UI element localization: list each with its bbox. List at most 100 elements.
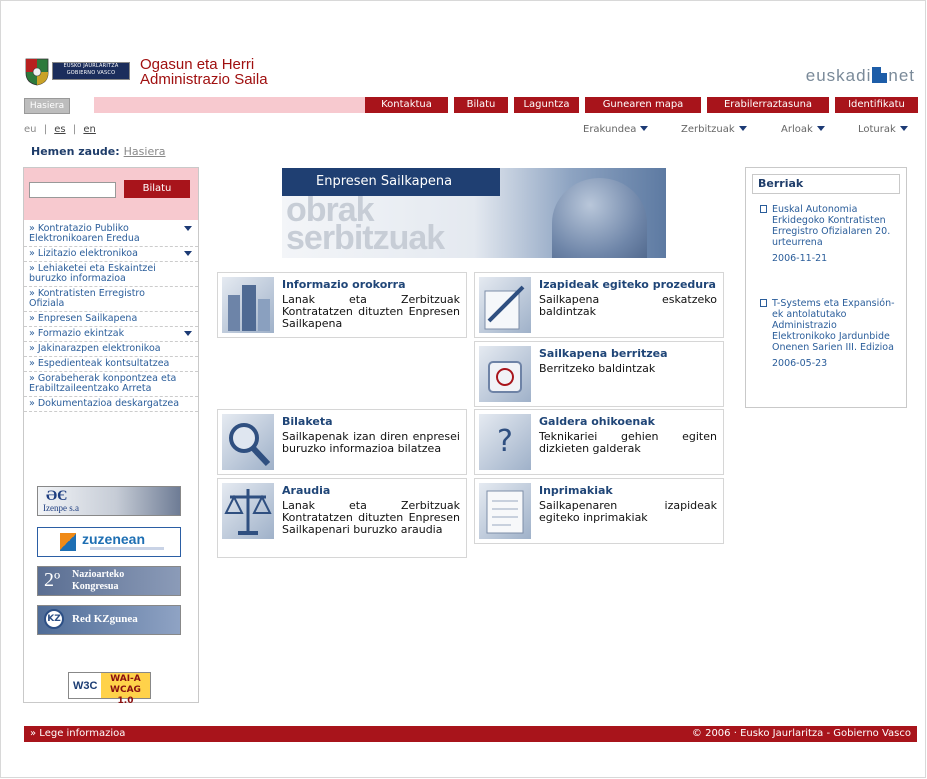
zuzenean-banner[interactable]: zuzenean [37,527,181,557]
dropdown-arrow-icon [738,126,747,131]
kzgunea-banner[interactable]: KZ Red KZgunea [37,605,181,635]
card-title[interactable]: Informazio orokorra [282,278,406,291]
search-button-top[interactable]: Bilatu [454,97,508,113]
dropdown-arrow-icon [816,126,825,131]
congress-banner[interactable]: 2º Nazioarteko Kongresua [37,566,181,596]
euskadinet-logo-left: euskadi [805,66,872,85]
congress-line-1: Nazioarteko [72,569,125,580]
card-description: Teknikariei gehien egiten dizkieten gald… [539,430,717,455]
card-forms[interactable]: Inprimakiak Sailkapenaren izapideak egit… [474,478,724,544]
wai-label: WAI-A WCAG 1.0 [101,673,150,706]
news-item[interactable]: T-Systems eta Expansión-ek antolatutako … [760,298,898,369]
home-button[interactable]: Hasiera [24,98,70,114]
card-faq[interactable]: ? Galdera ohikoenak Teknikariei gehien e… [474,409,724,475]
lang-en-link[interactable]: en [83,124,96,135]
logo-line-1: EUSKO JAURLARITZA [63,63,119,69]
sidebar-item-public-contracting[interactable]: Kontratazio Publiko Elektronikoaren Ered… [24,222,198,247]
lang-es-link[interactable]: es [54,124,65,135]
menu-areas[interactable]: Arloak [781,124,825,135]
government-logo[interactable]: EUSKO JAURLARITZA GOBIERNO VASCO [24,56,132,86]
card-regulations[interactable]: Araudia Lanak eta Zerbitzuak Kontratatze… [217,478,467,558]
sidebar-item-downloads[interactable]: Dokumentazioa deskargatzea [24,397,198,412]
hero-banner: obrak serbitzuak Enpresen Sailkapena [282,168,666,258]
sidebar-menu: Kontratazio Publiko Elektronikoaren Ered… [24,222,198,412]
card-title[interactable]: Sailkapena berritzea [539,347,668,360]
kz-logo-icon: KZ [44,609,64,629]
sidebar-item-file-lookup[interactable]: Espedienteak kontsultatzea [24,357,198,372]
legal-info-link[interactable]: » Lege informazioa [30,726,125,742]
sidebar-item-contractor-registry[interactable]: Kontratisten Erregistro Ofiziala [24,287,198,312]
card-search[interactable]: Bilaketa Sailkapenak izan diren enpresei… [217,409,467,475]
card-procedure[interactable]: Izapideak egiteko prozedura Sailkapena e… [474,272,724,338]
wai-level: WAI-A [110,674,141,684]
sidebar-item-incidents-support[interactable]: Gorabeherak konpontzea eta Erabiltzailee… [24,372,198,397]
euskadinet-square-icon [872,67,888,83]
card-title[interactable]: Inprimakiak [539,484,613,497]
help-button[interactable]: Laguntza [514,97,579,113]
w3c-logo: W3C [73,680,98,692]
logo-text-bar: EUSKO JAURLARITZA GOBIERNO VASCO [52,62,130,80]
izenpe-banner[interactable]: ƏЄ Izenpe s.a [37,486,181,516]
language-selector: eu | es | en [24,124,100,135]
card-title[interactable]: Araudia [282,484,330,497]
search-button[interactable]: Bilatu [124,180,190,198]
breadcrumb-label: Hemen zaude: [31,145,120,158]
pen-document-icon [479,277,531,333]
news-item-text[interactable]: Euskal Autonomia Erkidegoko Kontratisten… [772,204,898,248]
card-description: Sailkapenaren izapideak egiteko inprimak… [539,499,717,524]
zuzenean-banner-text: zuzenean [82,531,146,547]
card-title[interactable]: Izapideak egiteko prozedura [539,278,716,291]
news-item-date: 2006-05-23 [772,358,828,369]
copyright-text: © 2006 · Eusko Jaurlaritza - Gobierno Va… [691,728,911,739]
document-icon [760,299,767,307]
hero-background-line-2: serbitzuak [286,219,445,257]
dropdown-arrow-icon [899,126,908,131]
contact-button[interactable]: Kontaktua [365,97,448,113]
dropdown-arrow-icon[interactable] [184,226,192,231]
login-button[interactable]: Identifikatu [835,97,918,113]
scales-icon [222,483,274,539]
card-renewal[interactable]: Sailkapena berritzea Berritzeko baldintz… [474,341,724,407]
menu-links[interactable]: Loturak [858,124,908,135]
sidebar-item-e-tendering[interactable]: Lizitazio elektronikoa [24,247,198,262]
sidebar-item-company-classification[interactable]: Enpresen Sailkapena [24,312,198,327]
sidebar-item-training[interactable]: Formazio ekintzak [24,327,198,342]
wai-a-badge[interactable]: W3C WAI-A WCAG 1.0 [68,672,151,706]
euskadinet-logo[interactable]: euskadi net [806,66,915,86]
card-general-info[interactable]: Informazio orokorra Lanak eta Zerbitzuak… [217,272,467,338]
forms-icon [479,483,531,539]
sidebar-item-label: Formazio ekintzak [37,328,125,339]
dropdown-arrow-icon[interactable] [184,331,192,336]
sidebar-item-label: Dokumentazioa deskargatzea [37,398,180,409]
dropdown-arrow-icon[interactable] [184,251,192,256]
menu-services[interactable]: Zerbitzuak [681,124,747,135]
sitemap-button[interactable]: Gunearen mapa [585,97,701,113]
sidebar-item-label: Espedienteak kontsultatzea [37,358,170,369]
sidebar-item-label: Enpresen Sailkapena [37,313,138,324]
news-item-text[interactable]: T-Systems eta Expansión-ek antolatutako … [772,298,898,353]
card-title[interactable]: Galdera ohikoenak [539,415,655,428]
sidebar-item-e-notification[interactable]: Jakinarazpen elektronikoa [24,342,198,357]
card-title[interactable]: Bilaketa [282,415,333,428]
breadcrumb-home-link[interactable]: Hasiera [124,145,166,158]
search-input[interactable] [29,182,116,198]
kzgunea-banner-text: Red KZgunea [72,613,138,625]
sidebar-item-tender-info[interactable]: Lehiaketei eta Eskaintzei buruzko inform… [24,262,198,287]
sidebar-item-label: Lehiaketei eta Eskaintzei buruzko inform… [29,263,156,284]
menu-links-label: Loturak [858,124,896,135]
news-item[interactable]: Euskal Autonomia Erkidegoko Kontratisten… [760,204,898,264]
question-mark-glyph: ? [497,424,513,459]
sidebar-item-label: Lizitazio elektronikoa [37,248,138,259]
menu-organization[interactable]: Erakundea [583,124,649,135]
buildings-icon [222,277,274,333]
magnifier-icon [222,414,274,470]
menu-organization-label: Erakundea [583,124,637,135]
sidebar-item-label: Gorabeherak konpontzea eta Erabiltzailee… [29,373,177,394]
accessibility-button[interactable]: Erabilerraztasuna [707,97,829,113]
menu-areas-label: Arloak [781,124,813,135]
lang-separator: | [43,124,48,135]
hero-title: Enpresen Sailkapena [282,168,500,196]
menu-services-label: Zerbitzuak [681,124,735,135]
footer-bar: » Lege informazioa © 2006 · Eusko Jaurla… [24,726,917,742]
department-title-line-2: Administrazio Saila [140,71,268,88]
